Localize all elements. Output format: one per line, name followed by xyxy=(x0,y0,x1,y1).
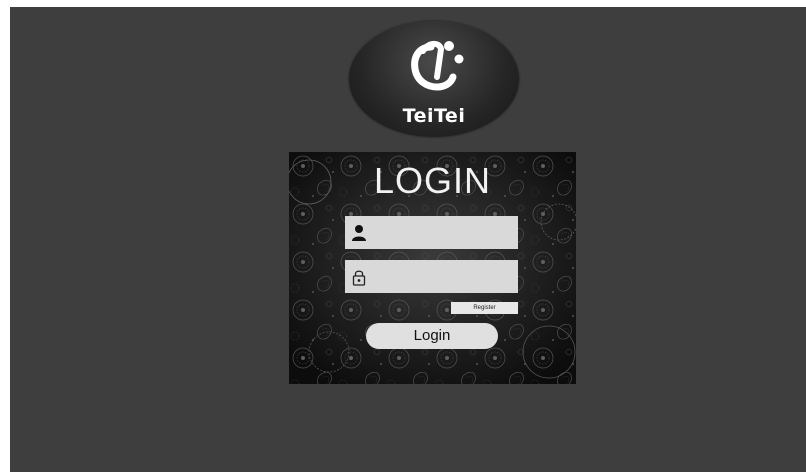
register-button[interactable]: Register xyxy=(451,302,518,314)
login-panel: LOGIN Register Login xyxy=(289,152,576,384)
password-input[interactable] xyxy=(373,264,517,291)
lock-icon xyxy=(352,270,366,286)
username-input[interactable] xyxy=(373,220,517,247)
logo-text: TeiTei xyxy=(402,105,466,127)
app-window: TeiTei LOGIN Register Login xyxy=(10,7,806,472)
password-field[interactable] xyxy=(345,260,518,293)
username-field[interactable] xyxy=(345,216,518,249)
login-title: LOGIN xyxy=(373,160,492,201)
app-logo: TeiTei xyxy=(349,21,519,137)
user-icon xyxy=(352,225,366,241)
teitei-logo-icon xyxy=(411,41,464,91)
login-button[interactable]: Login xyxy=(366,323,498,349)
